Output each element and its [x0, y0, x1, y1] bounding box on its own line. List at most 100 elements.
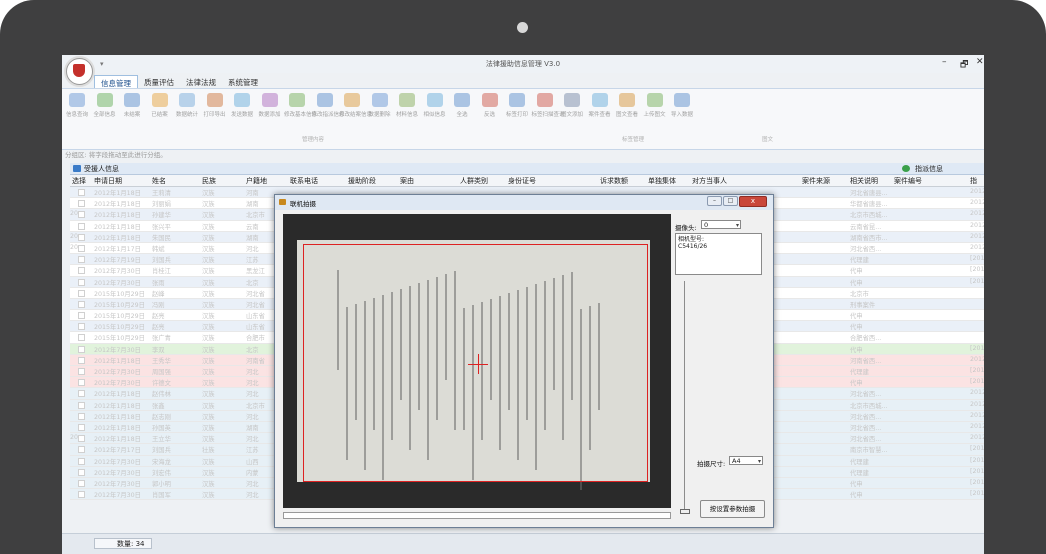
ribbon-button-10[interactable]: 修改指派信息	[312, 93, 345, 118]
ribbon-button-13[interactable]: 材料信息	[394, 93, 420, 118]
row-checkbox[interactable]	[78, 457, 85, 465]
table-cell: 张鑫	[152, 402, 165, 410]
capture-button[interactable]: 按设置参数拍摄	[700, 500, 765, 518]
table-cell: 2012年7月30日	[94, 380, 141, 388]
ribbon-button-1[interactable]: 信息查询	[64, 93, 90, 118]
column-header[interactable]: 选择	[72, 176, 86, 186]
row-checkbox[interactable]	[78, 200, 85, 208]
ribbon-button-23[interactable]: 导入数据	[669, 93, 695, 118]
ribbon-button-7[interactable]: 发送数据	[229, 93, 255, 118]
column-header[interactable]: 对方当事人	[692, 176, 727, 186]
row-checkbox[interactable]	[78, 256, 85, 264]
column-header[interactable]: 诉求数额	[600, 176, 628, 186]
row-checkbox[interactable]	[78, 412, 85, 420]
table-cell: 河北	[246, 480, 259, 488]
camera-preview[interactable]	[283, 214, 671, 508]
ribbon-button-8[interactable]: 数据添加	[257, 93, 283, 118]
zoom-slider-thumb[interactable]	[680, 509, 690, 514]
column-header[interactable]: 姓名	[152, 176, 166, 186]
tab-1[interactable]: 信息管理	[94, 75, 138, 88]
row-checkbox[interactable]	[78, 289, 85, 297]
row-checkbox[interactable]	[78, 244, 85, 252]
row-checkbox[interactable]	[78, 300, 85, 308]
ribbon-button-21[interactable]: 图文查看	[614, 93, 640, 118]
ribbon-button-20[interactable]: 案件查看	[587, 93, 613, 118]
row-checkbox[interactable]	[78, 379, 85, 387]
row-checkbox[interactable]	[78, 479, 85, 487]
ribbon-button-16[interactable]: 反选	[477, 93, 503, 118]
row-checkbox[interactable]	[78, 233, 85, 241]
restore-button[interactable]: 🗗	[960, 57, 968, 73]
column-header[interactable]: 身份证号	[508, 176, 536, 186]
ribbon-button-2[interactable]: 全部信息	[92, 93, 118, 118]
column-header[interactable]: 民族	[202, 176, 216, 186]
grid-title-right: 指派信息	[915, 165, 943, 173]
tab-3[interactable]: 法律法规	[180, 75, 222, 88]
dialog-minimize-button[interactable]: –	[707, 196, 722, 206]
zoom-slider-track[interactable]	[684, 281, 685, 513]
row-checkbox[interactable]	[78, 189, 85, 196]
ribbon-button-9[interactable]: 修改基本信息	[284, 93, 317, 118]
row-checkbox[interactable]	[78, 401, 85, 409]
ribbon-button-4[interactable]: 已结案	[147, 93, 173, 118]
row-checkbox[interactable]	[78, 446, 85, 454]
row-checkbox[interactable]	[78, 345, 85, 353]
row-checkbox[interactable]	[78, 368, 85, 375]
chevron-down-icon: ▾	[735, 222, 739, 229]
ribbon-button-5[interactable]: 数据统计	[174, 93, 200, 118]
tab-4[interactable]: 系统管理	[222, 75, 264, 88]
row-checkbox[interactable]	[78, 491, 85, 499]
close-window-button[interactable]: ✕	[976, 57, 984, 67]
table-cell: 2012[51]	[970, 243, 984, 251]
column-header[interactable]: 援助阶段	[348, 176, 376, 186]
dialog-title-bar[interactable]: 联机拍摄 – □ x	[275, 195, 773, 210]
ribbon-button-17[interactable]: 标签打印	[504, 93, 530, 118]
ribbon-button-label: 导入数据	[670, 112, 693, 118]
camera-select[interactable]: 0 ▾	[701, 220, 741, 229]
ribbon-button-3[interactable]: 未结案	[119, 93, 145, 118]
dialog-maximize-button[interactable]: □	[723, 196, 738, 206]
table-cell: 汉族	[202, 313, 215, 321]
crop-frame[interactable]	[303, 244, 648, 482]
table-cell: 代申	[850, 380, 863, 388]
row-checkbox[interactable]	[78, 211, 85, 219]
row-checkbox[interactable]	[78, 267, 85, 275]
ribbon-button-15[interactable]: 全选	[449, 93, 475, 118]
column-header[interactable]: 户籍地	[246, 176, 267, 186]
row-checkbox[interactable]	[78, 435, 85, 443]
row-checkbox[interactable]	[78, 278, 85, 286]
column-header[interactable]: 案件编号	[894, 176, 922, 186]
row-checkbox[interactable]	[78, 468, 85, 476]
table-cell: 汉族	[202, 335, 215, 343]
row-checkbox[interactable]	[78, 312, 85, 320]
column-header[interactable]: 申请日期	[94, 176, 122, 186]
column-header[interactable]: 案件来源	[802, 176, 830, 186]
capture-dialog: 联机拍摄 – □ x 摄像头: 0 ▾ 相机型号: C5416/26 拍摄尺寸:…	[274, 194, 774, 528]
tab-2[interactable]: 质量评估	[138, 75, 180, 88]
table-cell: 2012年1月18日	[94, 413, 141, 421]
ribbon-button-18[interactable]: 标签扫描查询	[532, 93, 565, 118]
column-header[interactable]: 人群类别	[460, 176, 488, 186]
column-header[interactable]: 指	[970, 176, 977, 186]
camera-info-box[interactable]: 相机型号: C5416/26	[675, 233, 762, 275]
column-header[interactable]: 相关说明	[850, 176, 878, 186]
ribbon-button-11[interactable]: 修改结案信息	[339, 93, 372, 118]
row-checkbox[interactable]	[78, 323, 85, 331]
column-header[interactable]: 案由	[400, 176, 414, 186]
ribbon-button-6[interactable]: 打印导出	[202, 93, 228, 118]
row-checkbox[interactable]	[78, 390, 85, 398]
ribbon-button-12[interactable]: 数据删除	[367, 93, 393, 118]
ribbon-button-22[interactable]: 上传图文	[642, 93, 668, 118]
ribbon-button-14[interactable]: 相似信息	[422, 93, 448, 118]
column-header[interactable]: 联系电话	[290, 176, 318, 186]
row-checkbox[interactable]	[78, 356, 85, 364]
row-checkbox[interactable]	[78, 334, 85, 342]
size-select[interactable]: A4 ▾	[729, 456, 763, 465]
row-checkbox[interactable]	[78, 222, 85, 230]
webcam-dot	[517, 22, 528, 33]
column-header[interactable]: 单独集体	[648, 176, 676, 186]
minimize-button[interactable]: –	[942, 57, 947, 67]
dialog-close-button[interactable]: x	[739, 196, 767, 207]
ribbon-button-19[interactable]: 图文添加	[559, 93, 585, 118]
row-checkbox[interactable]	[78, 423, 85, 431]
